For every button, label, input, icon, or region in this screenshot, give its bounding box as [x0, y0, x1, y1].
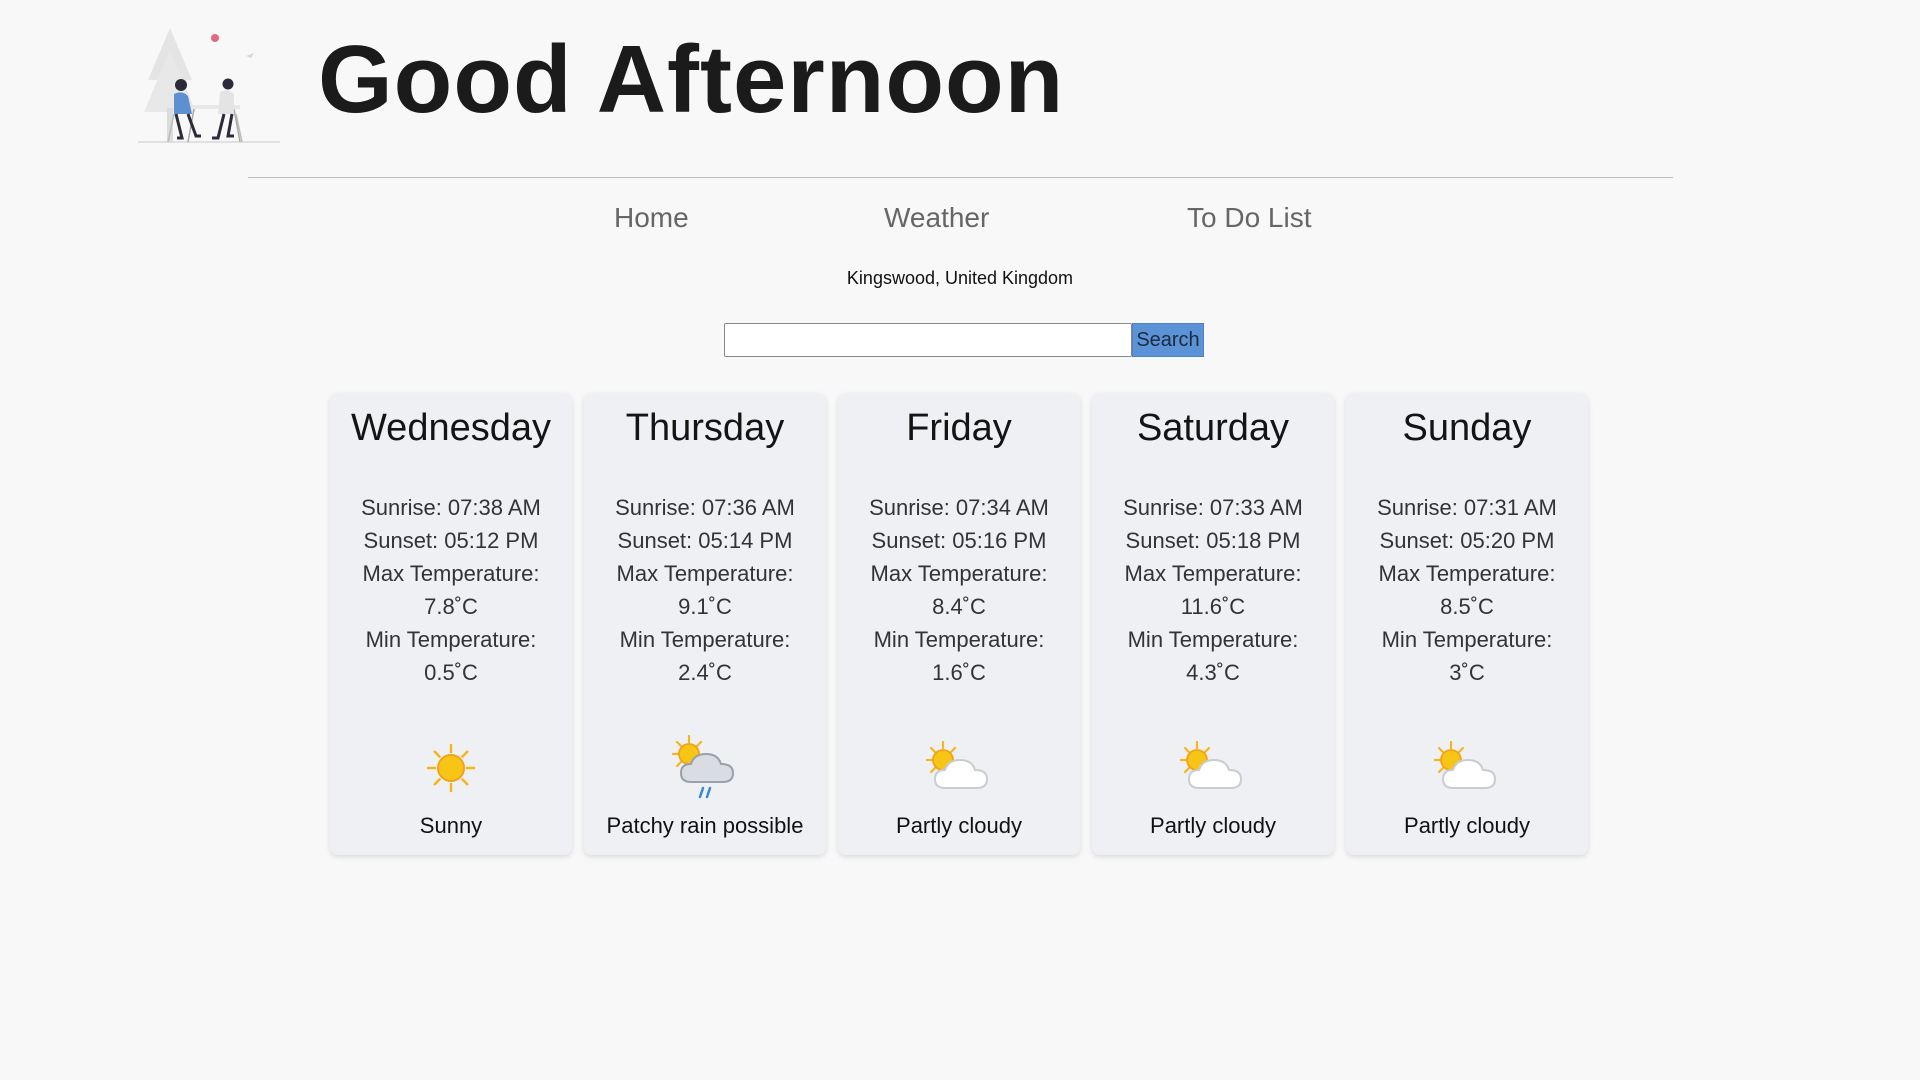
card-day: Friday [906, 407, 1012, 449]
nav-link-todo-list[interactable]: To Do List [1187, 198, 1312, 238]
forecast-card-saturday: Saturday Sunrise: 07:33 AM Sunset: 05:18… [1092, 393, 1334, 855]
card-min-label: Min Temperature: [365, 627, 537, 652]
card-max-value: 8.5˚C [1440, 594, 1494, 619]
nav-link-home[interactable]: Home [614, 198, 689, 238]
card-condition: Partly cloudy [896, 813, 1022, 838]
card-details: Sunrise: 07:33 AM Sunset: 05:18 PM Max T… [1100, 491, 1326, 689]
location-label: Kingswood, United Kingdom [846, 268, 1074, 288]
card-max-value: 9.1˚C [678, 594, 732, 619]
card-sunrise: Sunrise: 07:34 AM [869, 495, 1049, 520]
greeting-title: Good Afternoon [318, 26, 1065, 133]
partly-cloudy-icon [925, 740, 989, 789]
main-nav: Home Weather To Do List [0, 198, 1920, 238]
card-sunset: Sunset: 05:14 PM [617, 528, 793, 553]
card-max-value: 8.4˚C [932, 594, 986, 619]
card-condition: Partly cloudy [1404, 813, 1530, 838]
card-sunset: Sunset: 05:12 PM [363, 528, 539, 553]
card-sunset: Sunset: 05:20 PM [1379, 528, 1555, 553]
card-min-value: 1.6˚C [932, 660, 986, 685]
card-day: Thursday [625, 407, 785, 449]
card-condition: Sunny [419, 813, 483, 838]
card-day: Saturday [1136, 407, 1290, 449]
card-icon-wrap [584, 733, 826, 803]
card-max-value: 7.8˚C [424, 594, 478, 619]
couple-at-table-illustration-icon [138, 28, 280, 143]
partly-cloudy-icon [1179, 740, 1243, 789]
search-input[interactable] [724, 323, 1132, 357]
card-sunrise: Sunrise: 07:38 AM [361, 495, 541, 520]
card-details: Sunrise: 07:34 AM Sunset: 05:16 PM Max T… [846, 491, 1072, 689]
card-details: Sunrise: 07:38 AM Sunset: 05:12 PM Max T… [338, 491, 564, 689]
sun-icon [426, 743, 476, 793]
rain-cloud-sun-icon [671, 734, 735, 799]
card-min-label: Min Temperature: [873, 627, 1045, 652]
nav-link-weather[interactable]: Weather [884, 198, 989, 238]
card-min-value: 4.3˚C [1186, 660, 1240, 685]
partly-cloudy-icon [1433, 740, 1497, 789]
card-icon-wrap [330, 733, 572, 803]
card-icon-wrap [1092, 733, 1334, 803]
card-min-label: Min Temperature: [1381, 627, 1553, 652]
card-max-label: Max Temperature: [870, 561, 1048, 586]
card-day: Sunday [1402, 407, 1532, 449]
card-max-label: Max Temperature: [1378, 561, 1556, 586]
card-day: Wednesday [351, 407, 551, 449]
forecast-cards: Wednesday Sunrise: 07:38 AM Sunset: 05:1… [330, 393, 1588, 855]
card-min-value: 3˚C [1449, 660, 1485, 685]
card-min-value: 0.5˚C [424, 660, 478, 685]
search-bar: Search [724, 323, 1204, 359]
card-sunrise: Sunrise: 07:31 AM [1377, 495, 1557, 520]
forecast-card-sunday: Sunday Sunrise: 07:31 AM Sunset: 05:20 P… [1346, 393, 1588, 855]
header-divider [248, 177, 1673, 178]
card-sunset: Sunset: 05:18 PM [1125, 528, 1301, 553]
card-min-label: Min Temperature: [1127, 627, 1299, 652]
card-max-label: Max Temperature: [616, 561, 794, 586]
card-max-label: Max Temperature: [362, 561, 540, 586]
card-min-label: Min Temperature: [619, 627, 791, 652]
search-button[interactable]: Search [1132, 323, 1204, 357]
card-condition: Patchy rain possible [606, 813, 804, 838]
forecast-card-wednesday: Wednesday Sunrise: 07:38 AM Sunset: 05:1… [330, 393, 572, 855]
card-details: Sunrise: 07:36 AM Sunset: 05:14 PM Max T… [592, 491, 818, 689]
card-max-label: Max Temperature: [1124, 561, 1302, 586]
card-sunset: Sunset: 05:16 PM [871, 528, 1047, 553]
card-max-value: 11.6˚C [1180, 594, 1246, 619]
forecast-card-thursday: Thursday Sunrise: 07:36 AM Sunset: 05:14… [584, 393, 826, 855]
card-condition: Partly cloudy [1150, 813, 1276, 838]
card-min-value: 2.4˚C [678, 660, 732, 685]
card-sunrise: Sunrise: 07:36 AM [615, 495, 795, 520]
card-icon-wrap [838, 733, 1080, 803]
header: Good Afternoon [138, 18, 1738, 148]
card-sunrise: Sunrise: 07:33 AM [1123, 495, 1303, 520]
card-icon-wrap [1346, 733, 1588, 803]
forecast-card-friday: Friday Sunrise: 07:34 AM Sunset: 05:16 P… [838, 393, 1080, 855]
page: Good Afternoon Home Weather To Do List K… [0, 0, 1920, 1080]
card-details: Sunrise: 07:31 AM Sunset: 05:20 PM Max T… [1354, 491, 1580, 689]
